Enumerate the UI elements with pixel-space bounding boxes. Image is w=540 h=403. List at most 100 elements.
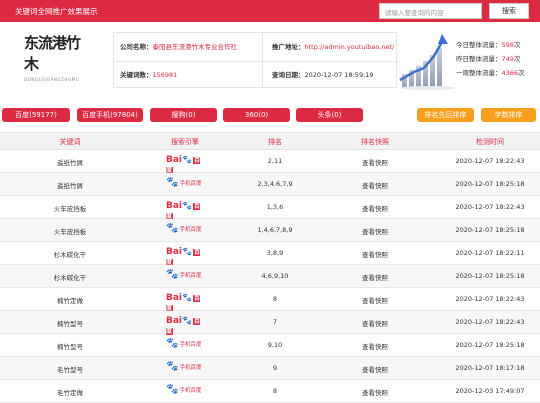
logo-name: 东流港竹木	[24, 34, 81, 73]
date-row: 查询日期：2020-12-07 18:59:19	[272, 61, 374, 89]
snapshot-link[interactable]: 查看快照	[335, 203, 415, 213]
time-cell: 2020-12-07 18:22:11	[455, 249, 525, 257]
baidu-mobile-logo-icon: 🐾手机百度	[166, 223, 202, 234]
address-link[interactable]: http://admin.youtuibao.net/	[305, 43, 395, 51]
baidu-logo-icon: Bai🐾 百度	[166, 155, 201, 174]
keyword-cell: 毛竹定做	[57, 389, 83, 397]
baidu-logo-icon: Bai🐾 百度	[166, 247, 201, 266]
rank-cell: 9	[272, 364, 278, 372]
header: 东流港竹木 DONGLIUGANGZHUMU 公司名称：秦阳县东流港竹木专业合作…	[0, 22, 540, 98]
snapshot-link[interactable]: 查看快照	[335, 180, 415, 190]
rank-cell: 7	[272, 318, 278, 326]
keyword-cell: 遥纸竹屑	[57, 159, 83, 167]
keyword-cell: 毛竹型号	[57, 366, 83, 374]
snapshot-link[interactable]: 查看快照	[335, 295, 415, 305]
date-value: 2020-12-07 18:59:19	[304, 71, 374, 79]
snapshot-link[interactable]: 查看快照	[335, 272, 415, 282]
time-cell: 2020-12-07 18:25:18	[455, 272, 525, 280]
company-value: 秦阳县东流港竹木专业合作社	[152, 43, 238, 51]
table-row: 火车皮挡板 Bai🐾 百度 1,3,6 查看快照 2020-12-07 18:22:43	[0, 196, 540, 220]
table-row: 遥纸竹屑 Bai🐾 百度 2,11 查看快照 2020-12-07 18:22:43	[0, 150, 540, 174]
keyword-cell: 遥纸竹屑	[57, 182, 83, 190]
filter-baidu-mobile[interactable]: 百度手机(97804)	[77, 108, 143, 122]
keyword-cell: 火车皮挡板	[53, 228, 87, 236]
snapshot-link[interactable]: 查看快照	[335, 157, 415, 167]
baidu-mobile-logo-icon: 🐾手机百度	[166, 338, 202, 349]
table-row: 杉木碳化干 Bai🐾 百度 3,8,9 查看快照 2020-12-07 18:22:11	[0, 242, 540, 266]
time-cell: 2020-12-07 18:22:43	[455, 295, 525, 303]
keywords-value: 156981	[152, 71, 178, 79]
keywords-row: 关键词数：156981	[120, 61, 177, 89]
baidu-logo-icon: Bai🐾 百度	[166, 201, 201, 220]
info-box: 公司名称：秦阳县东流港竹木专业合作社 推广地址：http://admin.you…	[113, 32, 398, 89]
time-cell: 2020-12-07 18:25:18	[455, 180, 525, 188]
keyword-cell: 火车皮挡板	[53, 205, 87, 213]
table-header: 关键词 搜索引擎 排名 排名快照 检测时间	[0, 132, 540, 150]
keyword-cell: 楠竹定做	[57, 297, 83, 305]
keyword-cell: 杉木碳化干	[53, 274, 87, 282]
page-title: 关键词全网推广效果展示	[15, 7, 98, 16]
th-time: 检测时间	[476, 138, 504, 146]
address-label: 推广地址：	[272, 43, 305, 51]
rank-cell: 9,10	[267, 341, 283, 349]
snapshot-link[interactable]: 查看快照	[335, 249, 415, 259]
time-cell: 2020-12-07 18:25:18	[455, 226, 525, 234]
table-row: 毛竹型号 🐾手机百度 9 查看快照 2020-12-07 18:17:18	[0, 357, 540, 380]
baidu-logo-icon: Bai🐾 百度	[166, 316, 201, 335]
logo-pinyin: DONGLIUGANGZHUMU	[24, 77, 80, 82]
stat-yesterday: 昨日整体流量：749次	[456, 55, 521, 63]
company-row: 公司名称：秦阳县东流港竹木专业合作社	[120, 33, 237, 61]
keyword-cell: 楠竹型号	[57, 343, 83, 351]
table-row: 杉木碳化干 🐾手机百度 4,6,9,10 查看快照 2020-12-07 18:25:1…	[0, 265, 540, 288]
snapshot-link[interactable]: 查看快照	[335, 318, 415, 328]
time-cell: 2020-12-07 18:22:43	[455, 318, 525, 326]
snapshot-link[interactable]: 查看快照	[335, 341, 415, 351]
company-logo: 东流港竹木 DONGLIUGANGZHUMU	[24, 32, 88, 82]
stat-today: 今日整体流量：598次	[456, 41, 521, 49]
time-cell: 2020-12-07 18:22:43	[455, 157, 525, 165]
keyword-cell: 杉木碳化干	[53, 251, 87, 259]
address-row: 推广地址：http://admin.youtuibao.net/	[272, 33, 394, 61]
keyword-cell: 楠竹型号	[57, 320, 83, 328]
snapshot-link[interactable]: 查看快照	[335, 387, 415, 397]
rank-cell: 3,8,9	[266, 249, 284, 257]
baidu-mobile-logo-icon: 🐾手机百度	[166, 361, 202, 372]
baidu-mobile-logo-icon: 🐾手机百度	[166, 177, 202, 188]
filter-sogou[interactable]: 搜狗(0)	[150, 108, 217, 122]
baidu-logo-icon: Bai🐾 百度	[166, 293, 201, 312]
keywords-label: 关键词数：	[120, 71, 153, 79]
snapshot-link[interactable]: 查看快照	[335, 364, 415, 374]
traffic-stats: 今日整体流量：598次 昨日整体流量：749次 一周整体流量：4366次	[456, 38, 525, 80]
baidu-mobile-logo-icon: 🐾手机百度	[166, 384, 202, 395]
time-cell: 2020-12-07 18:22:43	[455, 203, 525, 211]
th-snapshot: 排名快照	[361, 138, 389, 146]
stat-week: 一周整体流量：4366次	[456, 69, 525, 77]
table-row: 火车皮挡板 🐾手机百度 1,4,6,7,8,9 查看快照 2020-12-07 18:2…	[0, 219, 540, 242]
rank-cell: 2,3,4,6,7,9	[257, 180, 293, 188]
table-row: 遥纸竹屑 🐾手机百度 2,3,4,6,7,9 查看快照 2020-12-07 18:25…	[0, 173, 540, 196]
rank-cell: 4,6,9,10	[261, 272, 289, 280]
table-row: 楠竹型号 🐾手机百度 9,10 查看快照 2020-12-07 18:25:18	[0, 334, 540, 357]
th-keyword: 关键词	[59, 138, 81, 146]
filter-baidu[interactable]: 百度(59177)	[2, 108, 70, 122]
rank-cell: 1,4,6,7,8,9	[257, 226, 293, 234]
search-input[interactable]: 请输入要查询的内容	[379, 3, 482, 19]
table-row: 楠竹定做 Bai🐾 百度 8 查看快照 2020-12-07 18:22:43	[0, 288, 540, 312]
rank-cell: 1,3,6	[266, 203, 284, 211]
th-engine: 搜索引擎	[171, 138, 199, 146]
table-row: 楠竹型号 Bai🐾 百度 7 查看快照 2020-12-07 18:22:43	[0, 311, 540, 335]
search-button[interactable]: 搜索	[489, 3, 529, 19]
time-cell: 2020-12-03 17:49:07	[455, 387, 525, 395]
snapshot-link[interactable]: 查看快照	[335, 226, 415, 236]
rank-cell: 8	[272, 295, 278, 303]
filter-360[interactable]: 360(0)	[223, 108, 290, 122]
company-label: 公司名称：	[120, 43, 153, 51]
sort-by-rank-button[interactable]: 排名先后排序	[417, 108, 474, 122]
top-bar: 关键词全网推广效果展示 请输入要查询的内容 搜索	[0, 0, 540, 22]
filter-toutiao[interactable]: 头条(0)	[296, 108, 363, 122]
rank-cell: 2,11	[267, 157, 283, 165]
sort-by-length-button[interactable]: 字数排序	[481, 108, 536, 122]
baidu-mobile-logo-icon: 🐾手机百度	[166, 269, 202, 280]
th-rank: 排名	[268, 138, 282, 146]
time-cell: 2020-12-07 18:17:18	[455, 364, 525, 372]
